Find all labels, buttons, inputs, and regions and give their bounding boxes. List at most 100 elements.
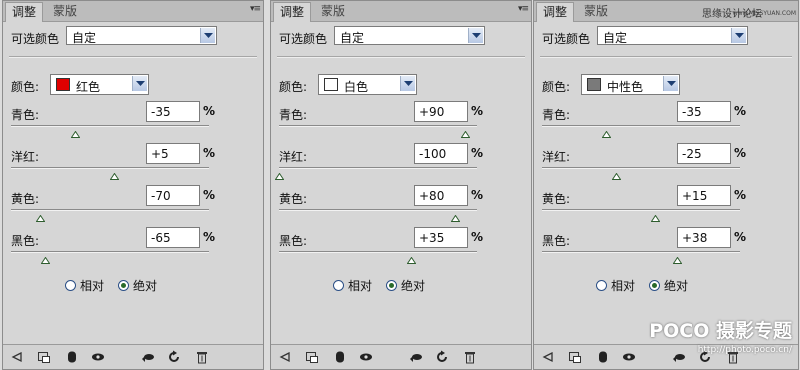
slider-value-input[interactable]: +80: [414, 185, 468, 206]
chevron-down-icon: [400, 76, 415, 91]
radio-relative-circle: [333, 280, 344, 291]
radio-absolute-label: 绝对: [664, 279, 689, 293]
slider-thumb[interactable]: [611, 169, 621, 180]
preset-label: 可选颜色: [542, 32, 591, 46]
trash-icon[interactable]: [463, 350, 477, 364]
preset-label: 可选颜色: [11, 32, 60, 46]
slider-label: 洋红:: [279, 150, 308, 164]
slider-thumb[interactable]: [40, 253, 51, 264]
color-dropdown[interactable]: 中性色: [581, 74, 680, 95]
slider-value-input[interactable]: -25: [677, 143, 731, 164]
preset-dropdown[interactable]: 自定: [334, 26, 485, 45]
slider-track[interactable]: [279, 167, 477, 169]
poco-logo: POCO 摄影专题: [649, 320, 792, 342]
color-swatch: [324, 78, 338, 91]
slider-thumb[interactable]: [35, 211, 46, 222]
preset-dropdown[interactable]: 自定: [597, 26, 748, 45]
slider-value-input[interactable]: +90: [414, 101, 468, 122]
reset-icon[interactable]: [435, 350, 449, 364]
slider-thumb[interactable]: [650, 211, 661, 222]
slider-thumb[interactable]: [601, 127, 612, 138]
layer-mask-icon[interactable]: [65, 350, 79, 364]
tab-adjustments[interactable]: 调整: [5, 2, 44, 22]
back-arrow-icon[interactable]: [277, 350, 291, 364]
radio-relative[interactable]: 相对: [333, 277, 372, 294]
view-previous-icon[interactable]: [409, 350, 423, 364]
slider-label: 黄色:: [542, 192, 571, 206]
slider-track[interactable]: [279, 251, 477, 253]
view-previous-icon[interactable]: [141, 350, 155, 364]
clip-icon[interactable]: [568, 350, 582, 364]
radio-relative-circle: [65, 280, 76, 291]
color-dropdown[interactable]: 红色: [50, 74, 149, 95]
slider-value-input[interactable]: +38: [677, 227, 731, 248]
slider-track[interactable]: [11, 125, 209, 127]
visibility-eye-icon[interactable]: [622, 350, 636, 364]
color-dropdown[interactable]: 白色: [318, 74, 417, 95]
panel-menu-icon[interactable]: ▾≡: [250, 4, 261, 14]
slider-track[interactable]: [542, 209, 740, 211]
slider-track[interactable]: [279, 125, 477, 127]
slider-thumb[interactable]: [460, 127, 471, 138]
back-arrow-icon[interactable]: [540, 350, 554, 364]
color-label: 颜色:: [542, 80, 571, 94]
color-value: 中性色: [607, 80, 644, 94]
slider-value-input[interactable]: -100: [414, 143, 468, 164]
preset-value: 自定: [340, 31, 365, 45]
slider-thumb[interactable]: [70, 127, 81, 138]
back-arrow-icon[interactable]: [9, 350, 23, 364]
slider-value-input[interactable]: -65: [146, 227, 200, 248]
slider-label: 青色:: [11, 108, 40, 122]
preset-value: 自定: [603, 31, 628, 45]
radio-relative[interactable]: 相对: [596, 277, 635, 294]
radio-absolute-circle: [386, 280, 397, 291]
slider-value-input[interactable]: -35: [146, 101, 200, 122]
slider-value-input[interactable]: -35: [677, 101, 731, 122]
slider-thumb[interactable]: [406, 253, 417, 264]
color-value: 白色: [344, 80, 369, 94]
slider-thumb[interactable]: [672, 253, 683, 264]
clip-icon[interactable]: [37, 350, 51, 364]
slider-track[interactable]: [542, 125, 740, 127]
view-previous-icon[interactable]: [672, 350, 686, 364]
radio-relative[interactable]: 相对: [65, 277, 104, 294]
clip-icon[interactable]: [305, 350, 319, 364]
tab-masks[interactable]: 蒙版: [315, 2, 351, 21]
slider-value-input[interactable]: +35: [414, 227, 468, 248]
radio-absolute[interactable]: 绝对: [386, 277, 425, 294]
tab-adjustments[interactable]: 调整: [273, 2, 312, 22]
slider-value-input[interactable]: +15: [677, 185, 731, 206]
slider-track[interactable]: [542, 167, 740, 169]
chevron-down-icon: [200, 28, 215, 43]
trash-icon[interactable]: [195, 350, 209, 364]
percent-label: %: [734, 104, 747, 118]
tab-masks[interactable]: 蒙版: [578, 2, 614, 21]
slider-thumb[interactable]: [450, 211, 461, 222]
tab-masks[interactable]: 蒙版: [47, 2, 83, 21]
percent-label: %: [203, 146, 216, 160]
slider-value-input[interactable]: +5: [146, 143, 200, 164]
radio-absolute[interactable]: 绝对: [649, 277, 688, 294]
divider: [540, 56, 792, 58]
radio-absolute-circle: [649, 280, 660, 291]
reset-icon[interactable]: [167, 350, 181, 364]
tab-adjustments[interactable]: 调整: [536, 2, 575, 22]
preset-dropdown[interactable]: 自定: [66, 26, 217, 45]
slider-thumb[interactable]: [274, 169, 285, 180]
slider-value-input[interactable]: -70: [146, 185, 200, 206]
slider-label: 黑色:: [542, 234, 571, 248]
slider-track[interactable]: [279, 209, 477, 211]
layer-mask-icon[interactable]: [333, 350, 347, 364]
slider-thumb[interactable]: [109, 169, 120, 180]
layer-mask-icon[interactable]: [596, 350, 610, 364]
visibility-eye-icon[interactable]: [91, 350, 105, 364]
slider-label: 黄色:: [11, 192, 40, 206]
slider-track[interactable]: [542, 251, 740, 253]
divider: [9, 56, 257, 58]
radio-absolute-label: 绝对: [133, 279, 158, 293]
panel-menu-icon[interactable]: ▾≡: [518, 4, 529, 14]
percent-label: %: [203, 188, 216, 202]
visibility-eye-icon[interactable]: [359, 350, 373, 364]
divider: [277, 56, 525, 58]
radio-absolute[interactable]: 绝对: [118, 277, 157, 294]
